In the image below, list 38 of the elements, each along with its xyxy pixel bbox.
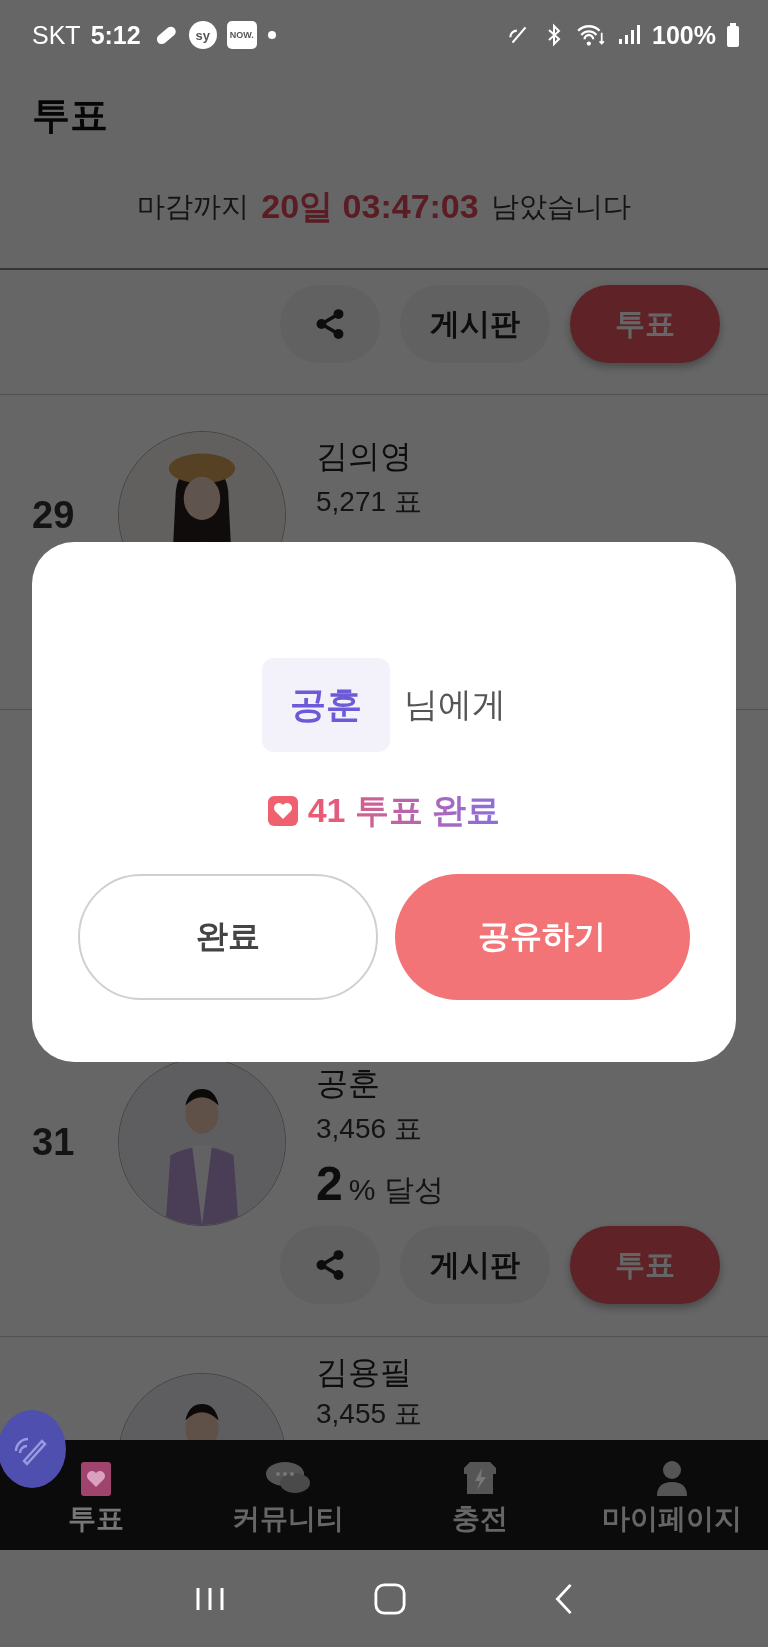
done-button[interactable]: 완료 [78,874,378,1000]
recipient-name: 공훈 [262,658,390,752]
nav-tab[interactable]: 충전 [384,1440,576,1550]
vote-button[interactable]: 투표 [570,1226,720,1304]
notification-icon: sy [188,21,217,49]
rank-number: 31 [32,1120,76,1164]
share-button[interactable]: 공유하기 [394,874,690,1000]
candidate-name: 공훈 [316,1064,381,1103]
clock-time: 5:12 [90,20,141,50]
home-icon[interactable] [374,1582,406,1615]
candidate-name: 김의영 [316,437,413,476]
recent-apps-icon[interactable] [194,1586,226,1611]
recipient-label: 님에게 [404,684,506,725]
board-button[interactable]: 게시판 [400,1226,550,1304]
candidate-name: 김용필 [316,1353,413,1392]
countdown-label: 남았습니다 [490,190,631,224]
battery-percent: 100% [652,20,716,50]
dot-icon [266,30,277,40]
back-icon[interactable] [554,1582,574,1615]
countdown-label: 마감까지 [137,190,250,224]
percent-label: % 달성 [348,1172,444,1208]
board-button[interactable]: 게시판 [400,285,550,363]
nav-tab[interactable]: 커뮤니티 [192,1440,384,1550]
page-title: 투표 [32,93,109,138]
vote-button[interactable]: 투표 [570,285,720,363]
chat-icon [265,1460,311,1496]
countdown-time: 20일 03:47:03 [261,186,479,227]
notification-icon: NOW. [226,21,257,49]
percent-value: 2 [316,1156,343,1211]
battery-icon [726,22,740,48]
carrier-label: SKT [32,20,81,50]
vote-count: 5,271 표 [316,485,422,519]
vote-count: 3,456 표 [316,1112,423,1146]
rank-number: 29 [32,493,76,537]
person-icon [655,1460,689,1496]
wifi-icon [576,22,607,48]
nav-tab[interactable]: 마이페이지 [576,1440,768,1550]
vote-count: 3,455 표 [316,1397,422,1431]
